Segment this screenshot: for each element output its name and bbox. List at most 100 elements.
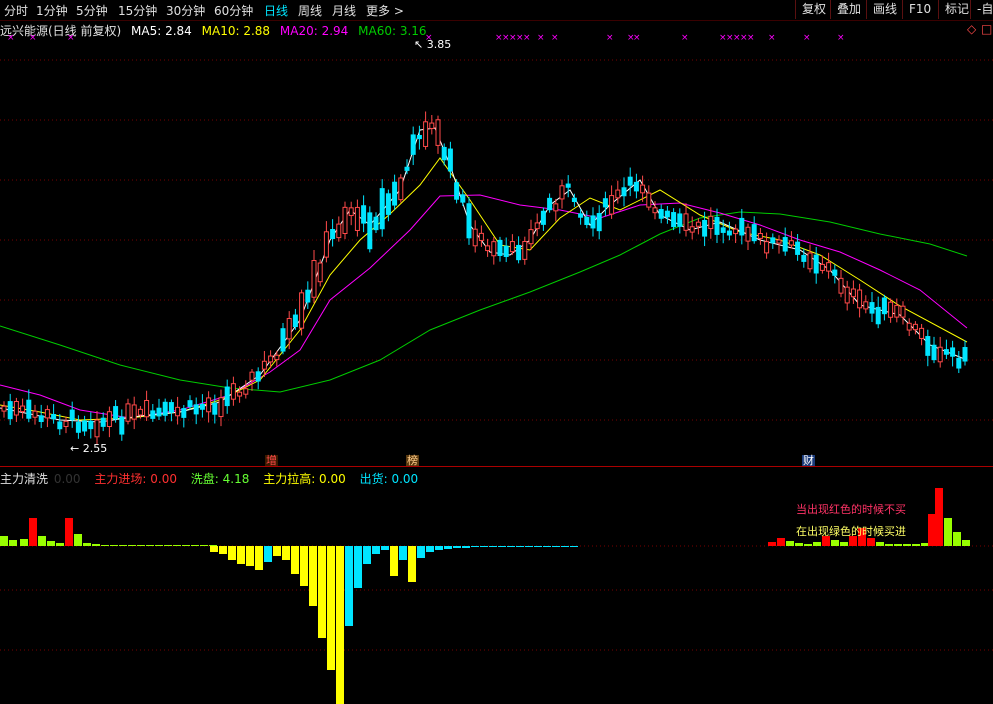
- candle-body: [962, 347, 968, 362]
- indicator-bar: [831, 540, 839, 546]
- candle-body: [379, 188, 385, 230]
- candle-body: [330, 229, 336, 240]
- indicator-bar: [47, 541, 55, 546]
- tab-1min[interactable]: 1分钟: [36, 2, 68, 19]
- ma5-line: [0, 127, 968, 423]
- tab-15min[interactable]: 15分钟: [118, 2, 157, 19]
- tab-daily[interactable]: 日线: [264, 2, 288, 19]
- tab-30min[interactable]: 30分钟: [166, 2, 205, 19]
- low-price-value: 2.55: [82, 442, 108, 455]
- indicator-bar: [273, 546, 281, 556]
- candle-body: [106, 411, 112, 427]
- tab-60min[interactable]: 60分钟: [214, 2, 253, 19]
- candle-body: [782, 237, 788, 252]
- indicator-bar: [876, 542, 884, 546]
- candle-body: [925, 336, 931, 356]
- restore-rights-button[interactable]: 复权: [795, 0, 826, 19]
- candle-body: [627, 176, 633, 186]
- candle-body: [596, 213, 602, 232]
- candle-body: [664, 210, 670, 218]
- candle-body: [646, 192, 652, 208]
- main-force-indicator-chart[interactable]: [0, 484, 993, 704]
- candle-body: [249, 371, 255, 381]
- candle-body: [609, 195, 615, 215]
- tab-weekly[interactable]: 周线: [298, 2, 322, 19]
- candle-body: [286, 318, 292, 340]
- ma10-value: MA10: 2.88: [201, 24, 271, 38]
- candle-body: [478, 232, 484, 241]
- mark-button[interactable]: 标记: [938, 0, 969, 19]
- candle-body: [832, 269, 838, 276]
- tab-more[interactable]: 更多 >: [366, 2, 404, 19]
- candle-body: [547, 197, 553, 211]
- candle-body: [361, 205, 367, 224]
- ma20-path: [0, 194, 968, 419]
- ma20-line: [0, 194, 968, 419]
- indicator-bar: [164, 545, 172, 546]
- candle-body: [931, 344, 937, 361]
- candle-body: [323, 231, 329, 258]
- tab-intraday[interactable]: 分时: [4, 2, 28, 19]
- indicator-bar: [146, 545, 154, 546]
- ma60-value: MA60: 3.16: [358, 24, 427, 38]
- indicator-bar: [291, 546, 299, 574]
- candle-body: [565, 183, 571, 188]
- indicator-bar: [237, 546, 245, 564]
- candle-body: [82, 420, 88, 432]
- candle-body: [584, 216, 590, 225]
- indicator-bar: [516, 546, 524, 547]
- indicator-bar: [119, 545, 127, 546]
- indicator-bar: [9, 540, 17, 546]
- candle-body: [677, 213, 683, 227]
- price-chart-header: 远兴能源(日线 前复权) MA5: 2.84 MA10: 2.88 MA20: …: [0, 22, 433, 38]
- candle-body: [919, 327, 925, 339]
- candle-body: [857, 289, 863, 309]
- candle-body: [367, 212, 373, 250]
- diamond-icon[interactable]: ◇: [967, 22, 976, 36]
- indicator-bar: [462, 546, 470, 548]
- candle-body: [57, 421, 63, 430]
- candle-body: [181, 408, 187, 418]
- indicator-bar: [471, 546, 479, 547]
- draw-line-button[interactable]: 画线: [866, 0, 897, 19]
- indicator-bar: [840, 542, 848, 546]
- candle-body: [423, 121, 429, 147]
- candle-body: [571, 197, 577, 203]
- overlay-button[interactable]: 叠加: [830, 0, 861, 19]
- indicator-bar: [935, 488, 943, 546]
- self-select-button[interactable]: -自: [970, 0, 993, 19]
- candle-body: [410, 134, 416, 155]
- candle-body: [863, 301, 869, 310]
- f10-button[interactable]: F10: [902, 0, 931, 19]
- indicator-bar: [962, 540, 970, 546]
- indicator-bar: [944, 518, 952, 546]
- indicator-bar: [804, 544, 812, 546]
- candle-body: [751, 224, 757, 242]
- candle-body: [733, 228, 739, 235]
- tab-5min[interactable]: 5分钟: [76, 2, 108, 19]
- ma10-line: [0, 157, 968, 421]
- candle-body: [261, 360, 267, 370]
- candle-body: [75, 421, 81, 433]
- indicator-bar: [534, 546, 542, 547]
- candle-body: [826, 262, 832, 272]
- candle-body: [937, 346, 943, 363]
- indicator-bar: [128, 545, 136, 546]
- candle-body: [720, 227, 726, 233]
- candle-body: [199, 403, 205, 410]
- chart-title: 远兴能源(日线 前复权): [0, 24, 122, 38]
- indicator-bar: [137, 545, 145, 546]
- candle-body: [602, 198, 608, 208]
- indicator-bar: [282, 546, 290, 560]
- tab-monthly[interactable]: 月线: [332, 2, 356, 19]
- candle-body: [943, 349, 949, 355]
- candle-body: [745, 226, 751, 242]
- candle-body: [788, 240, 794, 246]
- candle-body: [392, 181, 398, 206]
- indicator-bar: [56, 543, 64, 546]
- candlestick-chart[interactable]: [0, 38, 993, 468]
- candle-body: [950, 347, 956, 357]
- square-icon[interactable]: □: [981, 22, 992, 36]
- high-price-value: 3.85: [426, 38, 452, 51]
- candle-body: [274, 354, 280, 361]
